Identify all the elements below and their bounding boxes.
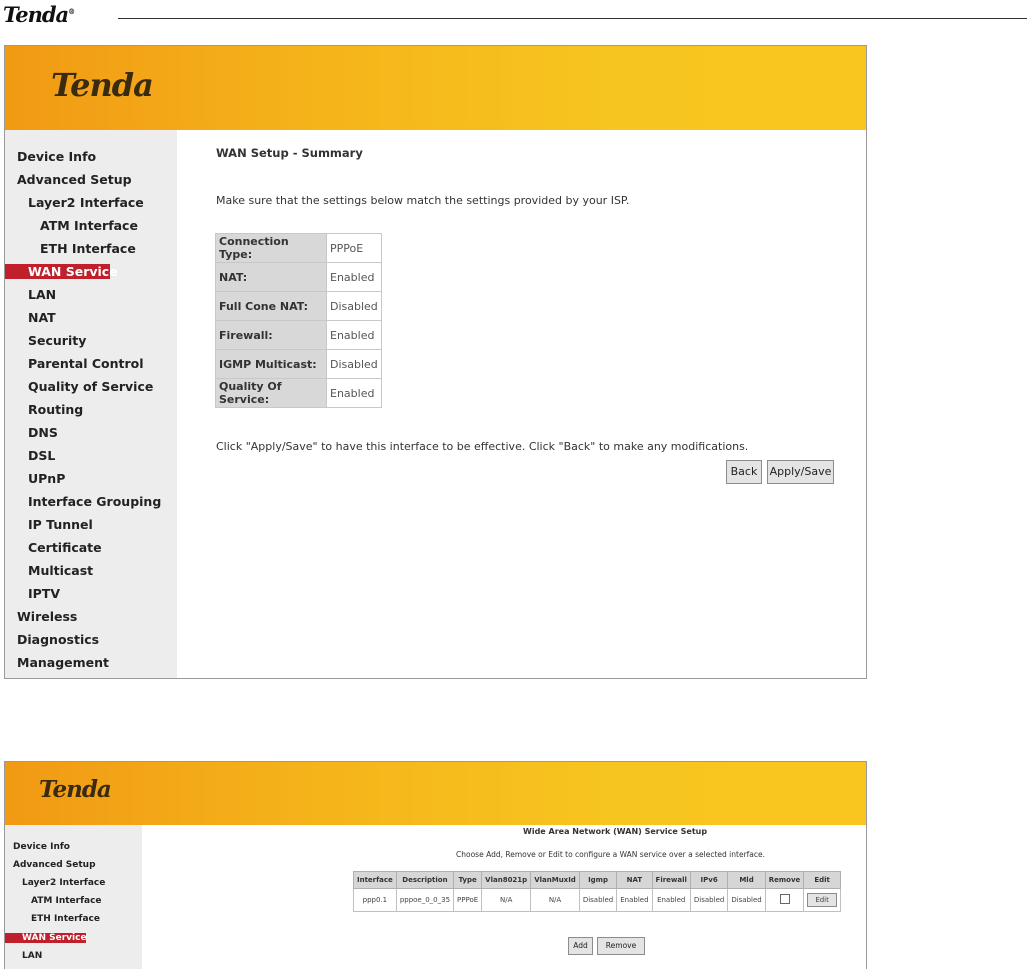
- summary-value: Enabled: [326, 378, 382, 408]
- col-ipv6: IPv6: [689, 871, 729, 889]
- nav-advanced-setup[interactable]: Advanced Setup: [17, 172, 132, 187]
- summary-row: Connection Type: PPPoE: [215, 233, 382, 263]
- nav-lan[interactable]: LAN: [28, 287, 56, 302]
- nav-dns[interactable]: DNS: [28, 425, 58, 440]
- cell-edit: Edit: [803, 888, 841, 912]
- cell-ipv6: Disabled: [689, 888, 729, 912]
- header-rule: [118, 18, 1027, 19]
- summary-label: NAT:: [215, 262, 327, 292]
- col-edit: Edit: [803, 871, 841, 889]
- summary-table: Connection Type: PPPoE NAT: Enabled Full C…: [215, 233, 382, 408]
- summary-row: Quality Of Service: Enabled: [215, 378, 382, 408]
- brand-logo: Tenda: [51, 66, 154, 104]
- remove-checkbox[interactable]: [779, 894, 790, 904]
- instructions-text: Choose Add, Remove or Edit to configure …: [456, 850, 766, 859]
- nav-eth-interface[interactable]: ETH Interface: [31, 914, 100, 924]
- add-button[interactable]: Add: [568, 937, 593, 955]
- nav-multicast[interactable]: Multicast: [28, 563, 93, 578]
- table-header-row: Interface Description Type Vlan8021p Vla…: [353, 871, 841, 889]
- nav-parental-control[interactable]: Parental Control: [28, 356, 144, 371]
- cell-vlanmuxid: N/A: [530, 888, 580, 912]
- page-title: Wide Area Network (WAN) Service Setup: [523, 827, 708, 836]
- cell-remove: [764, 888, 805, 912]
- apply-instructions: Click "Apply/Save" to have this interfac…: [216, 440, 749, 453]
- summary-label: Firewall:: [215, 320, 327, 350]
- summary-value: Enabled: [326, 320, 382, 350]
- nav-wan-service[interactable]: WAN Service: [5, 264, 118, 279]
- nav-device-info[interactable]: Device Info: [17, 149, 96, 164]
- col-type: Type: [453, 871, 483, 889]
- cell-firewall: Enabled: [651, 888, 691, 912]
- summary-label: IGMP Multicast:: [215, 349, 327, 379]
- nav-quality-of-service[interactable]: Quality of Service: [28, 379, 153, 394]
- nav-layer2-interface[interactable]: Layer2 Interface: [28, 195, 144, 210]
- nav-ip-tunnel[interactable]: IP Tunnel: [28, 517, 93, 532]
- col-nat: NAT: [616, 871, 653, 889]
- nav-upnp[interactable]: UPnP: [28, 471, 65, 486]
- cell-vlan8021p: N/A: [481, 888, 532, 912]
- summary-row: Firewall: Enabled: [215, 320, 382, 350]
- nav-management[interactable]: Management: [17, 655, 109, 670]
- nav-diagnostics[interactable]: Diagnostics: [17, 632, 99, 647]
- col-vlan8021p: Vlan8021p: [481, 871, 532, 889]
- cell-mld: Disabled: [727, 888, 766, 912]
- col-interface: Interface: [353, 871, 397, 889]
- wan-summary-screenshot: Tenda Device Info Advanced Setup Layer2 …: [4, 45, 867, 679]
- edit-button[interactable]: Edit: [807, 893, 837, 907]
- nav-atm-interface[interactable]: ATM Interface: [40, 218, 138, 233]
- cell-description: pppoe_0_0_35: [395, 888, 455, 912]
- summary-value: Enabled: [326, 262, 382, 292]
- summary-label: Quality Of Service:: [215, 378, 327, 408]
- summary-row: Full Cone NAT: Disabled: [215, 291, 382, 321]
- nav-dsl[interactable]: DSL: [28, 448, 55, 463]
- wan-service-setup-screenshot: Tenda Device Info Advanced Setup Layer2 …: [4, 761, 867, 969]
- nav-security[interactable]: Security: [28, 333, 86, 348]
- summary-label: Full Cone NAT:: [215, 291, 327, 321]
- cell-type: PPPoE: [453, 888, 483, 912]
- back-button[interactable]: Back: [726, 460, 762, 484]
- document-logo: Tenda®: [3, 2, 75, 27]
- wan-service-table: Interface Description Type Vlan8021p Vla…: [353, 871, 841, 912]
- nav-eth-interface[interactable]: ETH Interface: [40, 241, 136, 256]
- nav-routing[interactable]: Routing: [28, 402, 83, 417]
- summary-row: NAT: Enabled: [215, 262, 382, 292]
- col-igmp: Igmp: [578, 871, 618, 889]
- summary-value: Disabled: [326, 291, 382, 321]
- nav-advanced-setup[interactable]: Advanced Setup: [13, 860, 96, 870]
- table-row: ppp0.1 pppoe_0_0_35 PPPoE N/A N/A Disabl…: [353, 888, 841, 912]
- nav-device-info[interactable]: Device Info: [13, 842, 70, 852]
- nav-iptv[interactable]: IPTV: [28, 586, 60, 601]
- col-mld: Mld: [727, 871, 766, 889]
- cell-interface: ppp0.1: [353, 888, 397, 912]
- summary-row: IGMP Multicast: Disabled: [215, 349, 382, 379]
- col-remove: Remove: [764, 871, 805, 889]
- intro-text: Make sure that the settings below match …: [216, 194, 630, 207]
- brand-logo: Tenda: [39, 776, 112, 803]
- cell-nat: Enabled: [616, 888, 653, 912]
- col-description: Description: [395, 871, 455, 889]
- nav-interface-grouping[interactable]: Interface Grouping: [28, 494, 161, 509]
- summary-value: Disabled: [326, 349, 382, 379]
- top-banner: Tenda: [5, 762, 866, 825]
- nav-layer2-interface[interactable]: Layer2 Interface: [22, 878, 105, 888]
- top-banner: Tenda: [5, 46, 866, 130]
- remove-button[interactable]: Remove: [597, 937, 645, 955]
- summary-value: PPPoE: [326, 233, 382, 263]
- page-title: WAN Setup - Summary: [216, 146, 363, 160]
- nav-wireless[interactable]: Wireless: [17, 609, 77, 624]
- apply-save-button[interactable]: Apply/Save: [767, 460, 834, 484]
- col-firewall: Firewall: [651, 871, 691, 889]
- summary-label: Connection Type:: [215, 233, 327, 263]
- nav-certificate[interactable]: Certificate: [28, 540, 102, 555]
- nav-atm-interface[interactable]: ATM Interface: [31, 896, 102, 906]
- nav-wan-service[interactable]: WAN Service: [5, 933, 87, 943]
- nav-nat[interactable]: NAT: [28, 310, 56, 325]
- cell-igmp: Disabled: [578, 888, 618, 912]
- col-vlanmuxid: VlanMuxId: [530, 871, 580, 889]
- nav-lan[interactable]: LAN: [22, 951, 42, 961]
